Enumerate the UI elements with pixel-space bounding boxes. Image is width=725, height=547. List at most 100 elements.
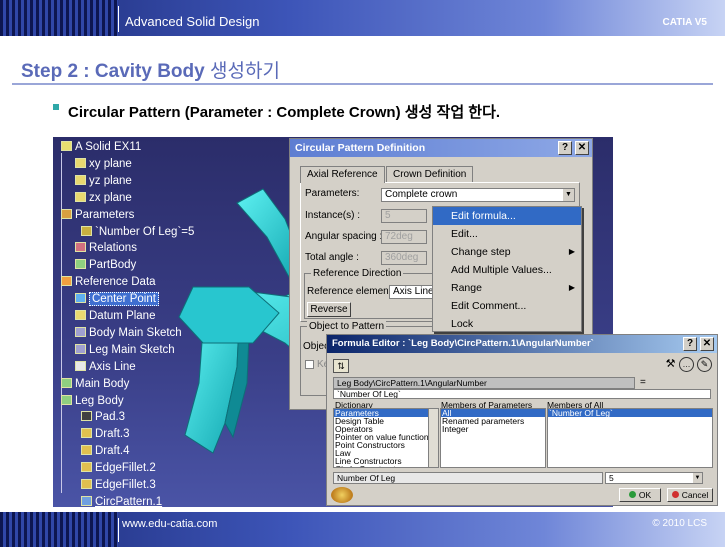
body-icon xyxy=(75,259,86,270)
value-field[interactable]: 5 xyxy=(605,472,703,484)
slide-title-ko: 생성하기 xyxy=(210,61,280,82)
pencil-icon[interactable]: ✎ xyxy=(697,357,712,372)
dictionary-scrollbar[interactable] xyxy=(428,409,438,467)
footer-stripes xyxy=(0,512,118,547)
menu-item-range[interactable]: Range ▶ xyxy=(433,279,581,297)
selected-parameter-field[interactable]: Number Of Leg xyxy=(333,472,603,484)
angular-spacing-label: Angular spacing : xyxy=(305,231,383,242)
menu-item-label: Change step xyxy=(451,246,511,258)
angular-spacing-field[interactable]: 72deg xyxy=(381,230,427,244)
fillet-icon xyxy=(81,462,92,473)
plane-icon xyxy=(75,157,86,168)
tree-node-label: Pad.3 xyxy=(95,411,126,424)
sketch-icon xyxy=(75,343,86,354)
ok-button[interactable]: OK xyxy=(619,488,661,502)
value-dropdown-icon[interactable]: ▼ xyxy=(693,473,702,483)
menu-item-add-multiple-values[interactable]: Add Multiple Values... xyxy=(433,261,581,279)
members-parameters-list[interactable]: All Renamed parameters Integer xyxy=(440,408,546,468)
tree-node-label: CircPattern.1 xyxy=(95,495,163,507)
context-menu: Edit formula... Edit... Change step ▶ Add Mu… xyxy=(432,206,582,332)
tree-node-label: zx plane xyxy=(89,191,132,204)
comment-icon[interactable]: … xyxy=(679,357,694,372)
help-icon[interactable]: ? xyxy=(558,141,572,155)
point-icon xyxy=(75,293,86,304)
tree-node-label: Relations xyxy=(89,242,137,255)
import-icon[interactable]: ⇅ xyxy=(333,359,349,373)
menu-item-change-step[interactable]: Change step ▶ xyxy=(433,243,581,261)
header-title: Advanced Solid Design xyxy=(125,14,260,29)
line-icon xyxy=(75,360,86,371)
tree-node-center-point[interactable]: Center Point xyxy=(75,291,159,307)
menu-item-edit-formula[interactable]: Edit formula... xyxy=(433,207,581,225)
tree-node-leg-main-sketch[interactable]: Leg Main Sketch xyxy=(75,342,175,358)
tree-node-xy-plane[interactable]: xy plane xyxy=(75,156,132,172)
plane-icon xyxy=(75,174,86,185)
relations-icon xyxy=(75,242,86,253)
tree-node-edgefillet-2[interactable]: EdgeFillet.2 xyxy=(81,460,156,476)
keep-checkbox[interactable] xyxy=(305,360,314,369)
parameters-label: Parameters: xyxy=(305,188,360,199)
dictionary-list[interactable]: Parameters Design Table Operators Pointer o… xyxy=(333,408,439,468)
list-item[interactable]: Circle Constructors xyxy=(334,465,438,467)
product-icon xyxy=(61,141,72,151)
fe-title: Formula Editor : `Leg Body\CircPattern.1… xyxy=(332,338,594,349)
tree-node-zx-plane[interactable]: zx plane xyxy=(75,190,132,206)
footer-bar: www.edu-catia.com © 2010 LCS xyxy=(0,512,725,547)
header-stripes xyxy=(0,0,118,36)
list-item[interactable]: Integer xyxy=(441,425,545,434)
title-underline xyxy=(12,83,713,85)
reverse-button[interactable]: Reverse xyxy=(307,302,351,317)
instances-field[interactable]: 5 xyxy=(381,209,427,223)
members-all-list[interactable]: `Number Of Leg` xyxy=(547,408,713,468)
tree-node-edgefillet-3[interactable]: EdgeFillet.3 xyxy=(81,477,156,493)
tree-node-datum-plane[interactable]: Datum Plane xyxy=(75,308,155,324)
footer-copyright: © 2010 LCS xyxy=(652,518,707,529)
plane-icon xyxy=(75,191,86,202)
ok-label: OK xyxy=(638,490,652,500)
tab-crown-definition[interactable]: Crown Definition xyxy=(386,166,474,182)
total-angle-field[interactable]: 360deg xyxy=(381,251,427,265)
tree-node-label: PartBody xyxy=(89,259,137,272)
tree-node-number-of-leg-5[interactable]: `Number Of Leg`=5 xyxy=(81,224,194,240)
tree-node-circpattern-1[interactable]: CircPattern.1 xyxy=(81,494,162,507)
menu-item-lock[interactable]: Lock xyxy=(433,315,581,333)
help-icon[interactable]: ? xyxy=(683,337,697,351)
tree-node-parameters[interactable]: Parameters xyxy=(61,207,134,223)
tree-node-label: Main Body xyxy=(75,377,130,390)
parameters-dropdown-icon[interactable]: ▼ xyxy=(563,189,574,201)
parameters-select[interactable]: Complete crown xyxy=(381,188,575,202)
menu-item-edit-comment[interactable]: Edit Comment... xyxy=(433,297,581,315)
tab-axial-reference[interactable]: Axial Reference xyxy=(300,166,385,183)
tree-node-draft-4[interactable]: Draft.4 xyxy=(81,443,130,459)
parameter-icon xyxy=(81,225,92,236)
measure-icon[interactable]: ⚒ xyxy=(663,357,678,372)
bullet-marker xyxy=(53,104,59,110)
parameters-icon xyxy=(61,208,72,219)
close-icon[interactable]: ✕ xyxy=(700,337,714,351)
tree-node-a-solid-ex11[interactable]: A Solid EX11 xyxy=(61,139,141,155)
tree-node-reference-data[interactable]: Reference Data xyxy=(61,274,156,290)
tree-connector xyxy=(61,153,62,493)
pad-icon xyxy=(81,411,92,422)
tree-node-label: Body Main Sketch xyxy=(89,326,182,339)
tree-node-label: EdgeFillet.2 xyxy=(95,462,156,475)
footer-url[interactable]: www.edu-catia.com xyxy=(122,518,217,530)
close-icon[interactable]: ✕ xyxy=(575,141,589,155)
cpd-titlebar: Circular Pattern Definition ? ✕ xyxy=(290,139,592,157)
tree-node-yz-plane[interactable]: yz plane xyxy=(75,173,132,189)
tree-node-partbody[interactable]: PartBody xyxy=(75,257,136,273)
tree-node-draft-3[interactable]: Draft.3 xyxy=(81,426,130,442)
menu-item-edit[interactable]: Edit... xyxy=(433,225,581,243)
tree-node-leg-body[interactable]: Leg Body xyxy=(61,393,124,409)
list-item[interactable]: `Number Of Leg` xyxy=(548,409,712,417)
tree-node-relations[interactable]: Relations xyxy=(75,240,137,256)
formula-path-field[interactable]: Leg Body\CircPattern.1\AngularNumber xyxy=(333,377,635,389)
tree-node-main-body[interactable]: Main Body xyxy=(61,376,129,392)
catia-screenshot: A Solid EX11 xy plane yz plane zx plane Para… xyxy=(53,137,719,507)
tree-node-body-main-sketch[interactable]: Body Main Sketch xyxy=(75,325,182,341)
formula-input[interactable]: `Number Of Leg` xyxy=(333,389,711,399)
cancel-button[interactable]: Cancel xyxy=(667,488,713,502)
tree-node-pad-3[interactable]: Pad.3 xyxy=(81,409,125,425)
menu-item-label: Edit formula... xyxy=(451,210,516,222)
tree-node-axis-line[interactable]: Axis Line xyxy=(75,359,136,375)
